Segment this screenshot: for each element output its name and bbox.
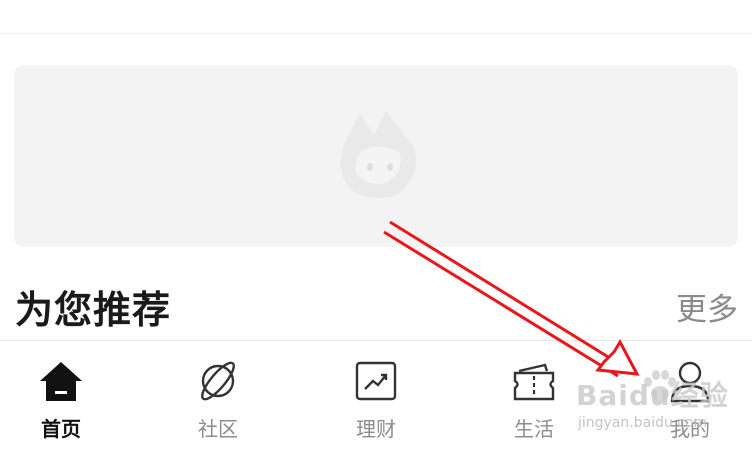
- tab-label: 社区: [198, 417, 238, 441]
- tab-life[interactable]: 生活: [484, 359, 584, 441]
- home-icon: [40, 362, 82, 401]
- top-bar: [0, 0, 752, 34]
- tab-finance[interactable]: 理财: [326, 359, 426, 441]
- banner-placeholder[interactable]: [14, 65, 738, 247]
- planet-icon: [201, 361, 235, 401]
- tab-label: 我的: [670, 417, 710, 441]
- tab-label: 理财: [356, 417, 396, 441]
- ticket-icon: [513, 363, 555, 401]
- section-title: 为您推荐: [15, 288, 172, 332]
- user-icon: [670, 361, 710, 403]
- tab-label: 首页: [41, 417, 81, 441]
- tab-label: 生活: [514, 417, 554, 441]
- tab-home[interactable]: 首页: [11, 359, 111, 441]
- mascot-placeholder-icon: [340, 111, 417, 198]
- tab-community[interactable]: 社区: [168, 359, 268, 441]
- bottom-tab-bar: 首页 社区 理财 生活 我的: [0, 340, 752, 453]
- more-link[interactable]: 更多: [676, 288, 738, 332]
- tab-mine[interactable]: 我的: [640, 359, 740, 441]
- chart-trend-icon: [355, 361, 397, 401]
